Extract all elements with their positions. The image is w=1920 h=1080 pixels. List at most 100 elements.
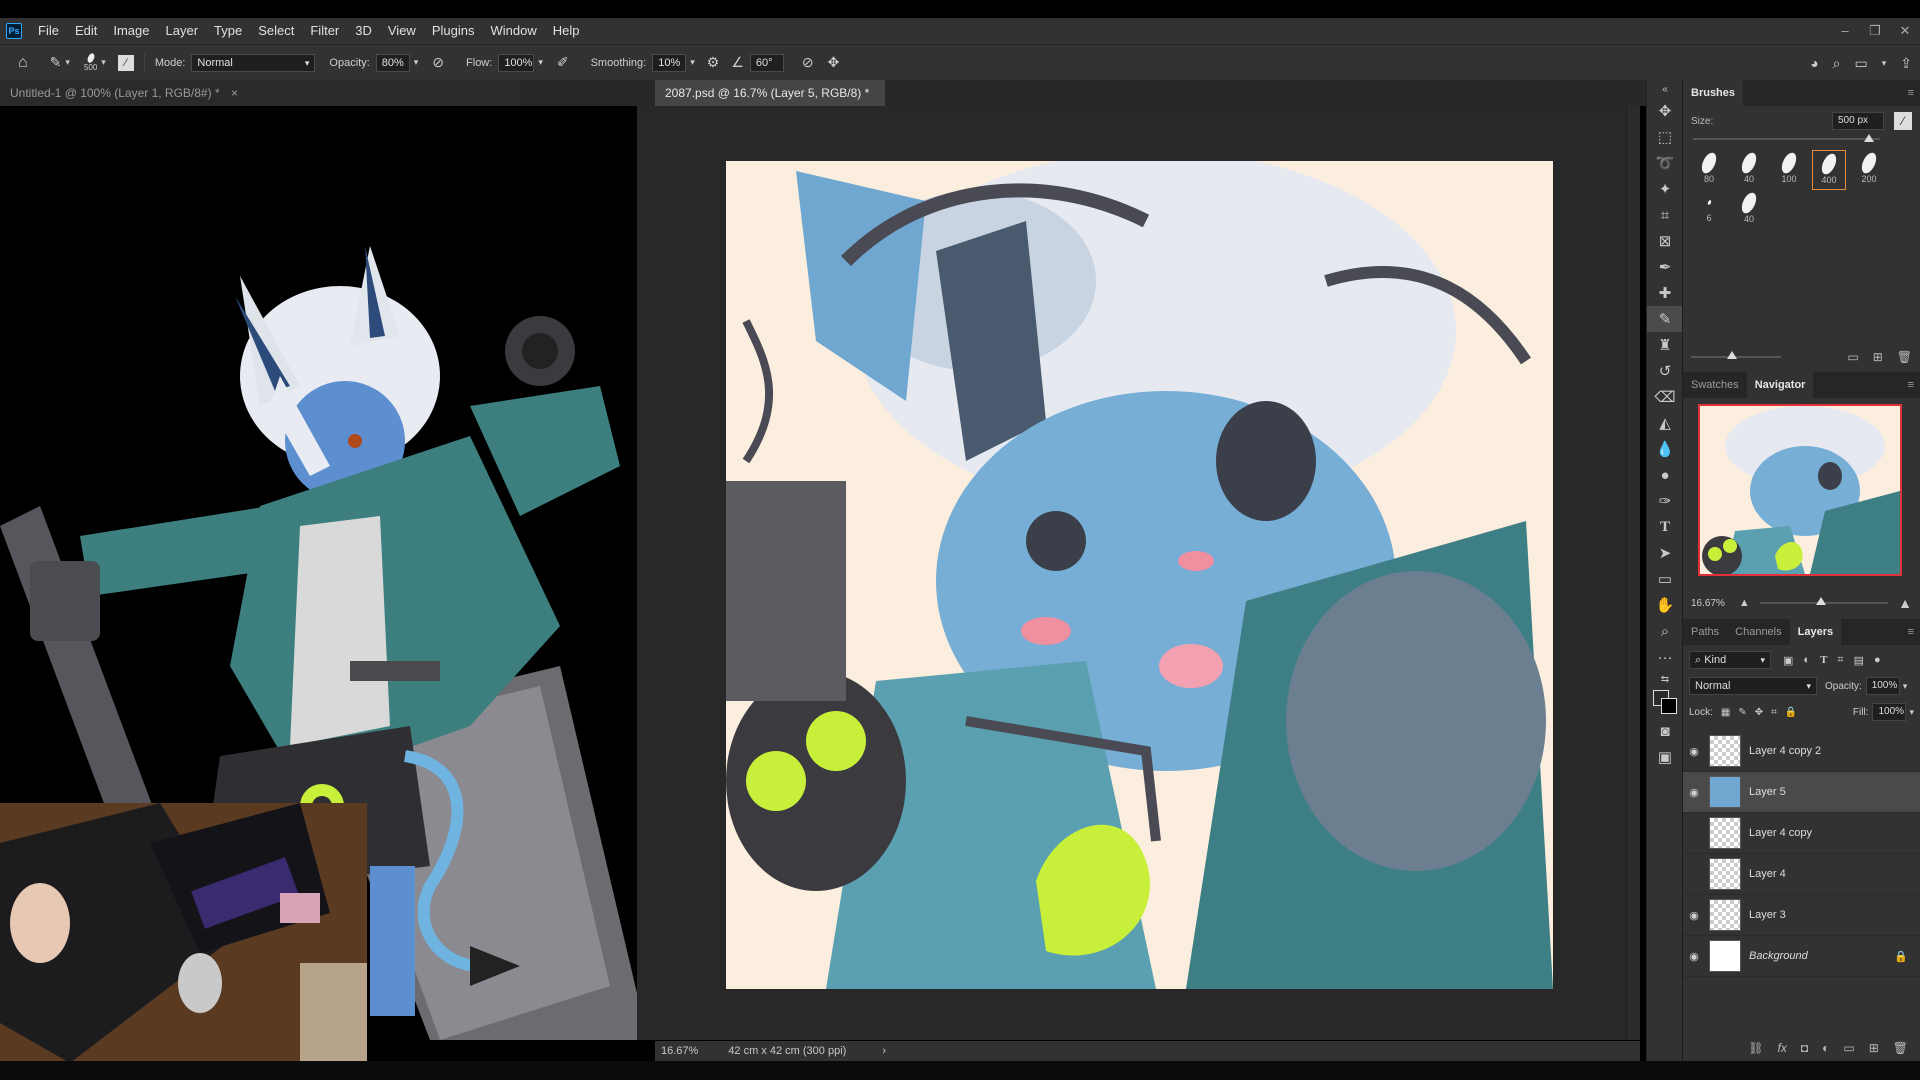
brush-tip[interactable]: 40 bbox=[1732, 190, 1766, 230]
search-icon[interactable]: ⌕ bbox=[1833, 55, 1841, 72]
tab-paths[interactable]: Paths bbox=[1683, 619, 1727, 645]
share-icon[interactable]: ⇪ bbox=[1900, 55, 1912, 72]
trash-icon[interactable]: 🗑 bbox=[1897, 350, 1912, 364]
symmetry-icon[interactable]: ✥ bbox=[828, 54, 840, 71]
filter-pixel-icon[interactable]: ▣ bbox=[1783, 654, 1793, 667]
pressure-opacity-icon[interactable]: ⊘ bbox=[432, 54, 444, 71]
dodge-tool-icon[interactable]: ● bbox=[1647, 462, 1683, 488]
slider-thumb[interactable] bbox=[1864, 134, 1874, 142]
visibility-hidden-icon[interactable]: ◉ bbox=[1683, 868, 1705, 881]
menu-file[interactable]: File bbox=[30, 18, 67, 44]
smoothing-field[interactable]: 10% bbox=[652, 53, 687, 72]
status-zoom[interactable]: 16.67% bbox=[661, 1045, 698, 1057]
tab-swatches[interactable]: Swatches bbox=[1683, 372, 1747, 398]
eraser-tool-icon[interactable]: ⌫ bbox=[1647, 384, 1683, 410]
brush-settings-icon[interactable]: ⁄ bbox=[1894, 112, 1912, 130]
brush-tip[interactable]: 40 bbox=[1732, 150, 1766, 190]
mode-select[interactable]: Normal ▾ bbox=[191, 53, 316, 72]
panel-menu-icon[interactable]: ≡ bbox=[1908, 626, 1914, 638]
layer-row[interactable]: ◉ Layer 4 copy 2 bbox=[1683, 731, 1920, 772]
flow-field[interactable]: 100% bbox=[498, 53, 535, 72]
frame-tool-icon[interactable]: ⊠ bbox=[1647, 228, 1683, 254]
visibility-eye-icon[interactable]: ◉ bbox=[1683, 786, 1705, 799]
background-color-swatch[interactable] bbox=[1661, 698, 1677, 714]
blur-tool-icon[interactable]: 💧 bbox=[1647, 436, 1683, 462]
menu-layer[interactable]: Layer bbox=[158, 18, 207, 44]
chevron-down-icon[interactable]: ▾ bbox=[1882, 58, 1887, 69]
move-tool-icon[interactable]: ✥ bbox=[1647, 98, 1683, 124]
menu-help[interactable]: Help bbox=[545, 18, 588, 44]
restore-icon[interactable]: ❐ bbox=[1860, 18, 1890, 44]
tab-2087-psd[interactable]: 2087.psd @ 16.7% (Layer 5, RGB/8) * × bbox=[655, 80, 885, 126]
slider-thumb[interactable] bbox=[1816, 597, 1827, 605]
menu-select[interactable]: Select bbox=[250, 18, 302, 44]
eyedropper-tool-icon[interactable]: ✒ bbox=[1647, 254, 1683, 280]
trash-icon[interactable]: 🗑 bbox=[1893, 1041, 1908, 1055]
visibility-hidden-icon[interactable]: ◉ bbox=[1683, 827, 1705, 840]
crop-tool-icon[interactable]: ⌗ bbox=[1647, 202, 1683, 228]
airbrush-icon[interactable]: ✐ bbox=[557, 54, 569, 71]
chevron-down-icon[interactable]: ▾ bbox=[690, 57, 695, 68]
layer-row-selected[interactable]: ◉ Layer 5 bbox=[1683, 772, 1920, 813]
lock-pixels-icon[interactable]: ✎ bbox=[1738, 707, 1746, 718]
quick-mask-icon[interactable]: ◙ bbox=[1647, 718, 1683, 744]
filter-adjustment-icon[interactable]: ◐ bbox=[1803, 654, 1810, 666]
menu-window[interactable]: Window bbox=[482, 18, 544, 44]
lasso-tool-icon[interactable]: ➰ bbox=[1647, 150, 1683, 176]
chevron-down-icon[interactable]: ▾ bbox=[101, 57, 106, 68]
brush-tool-preset-icon[interactable]: ✎ bbox=[50, 54, 62, 71]
brush-tip[interactable]: 6 bbox=[1692, 190, 1726, 230]
blend-mode-select[interactable]: Normal ▾ bbox=[1689, 677, 1817, 695]
layer-row[interactable]: ◉ Background 🔒 bbox=[1683, 936, 1920, 977]
chevron-down-icon[interactable]: ▾ bbox=[414, 57, 419, 68]
layer-row[interactable]: ◉ Layer 4 copy bbox=[1683, 813, 1920, 854]
brush-size-preview[interactable]: 500 bbox=[84, 52, 97, 72]
new-brush-icon[interactable]: ⊞ bbox=[1873, 350, 1883, 364]
lock-transparency-icon[interactable]: ▦ bbox=[1721, 707, 1730, 718]
minimize-icon[interactable]: – bbox=[1830, 18, 1860, 44]
add-mask-icon[interactable]: ◘ bbox=[1801, 1041, 1808, 1055]
screen-mode-icon[interactable]: ▣ bbox=[1647, 744, 1683, 770]
chevron-down-icon[interactable]: ▾ bbox=[1903, 681, 1908, 692]
tab-layers[interactable]: Layers bbox=[1789, 619, 1842, 645]
close-icon[interactable]: × bbox=[231, 86, 238, 100]
gear-icon[interactable]: ⚙ bbox=[707, 54, 720, 71]
size-slider[interactable] bbox=[1693, 134, 1880, 142]
layer-filter-select[interactable]: ⌕ Kind ▾ bbox=[1689, 651, 1771, 669]
adjustment-layer-icon[interactable]: ◐ bbox=[1822, 1041, 1829, 1055]
layer-style-icon[interactable]: fx bbox=[1778, 1041, 1787, 1055]
layer-name[interactable]: Background bbox=[1749, 950, 1808, 962]
menu-image[interactable]: Image bbox=[105, 18, 157, 44]
navigator-zoom-value[interactable]: 16.67% bbox=[1691, 598, 1725, 609]
group-folder-icon[interactable]: ▭ bbox=[1843, 1041, 1854, 1055]
folder-icon[interactable]: ▭ bbox=[1847, 350, 1858, 364]
healing-brush-tool-icon[interactable]: ✚ bbox=[1647, 280, 1683, 306]
fill-field[interactable]: 100% bbox=[1872, 703, 1907, 721]
menu-view[interactable]: View bbox=[380, 18, 424, 44]
vertical-scrollbar[interactable] bbox=[1626, 106, 1640, 1040]
link-layers-icon[interactable]: ⛓ bbox=[1748, 1041, 1763, 1055]
filter-toggle-icon[interactable]: ● bbox=[1874, 654, 1881, 666]
pen-tool-icon[interactable]: ✑ bbox=[1647, 488, 1683, 514]
layer-name[interactable]: Layer 4 bbox=[1749, 868, 1786, 880]
chevron-down-icon[interactable]: ▾ bbox=[1909, 707, 1914, 718]
navigator-thumbnail[interactable] bbox=[1698, 404, 1902, 576]
layer-name[interactable]: Layer 4 copy bbox=[1749, 827, 1812, 839]
lock-artboard-icon[interactable]: ⌗ bbox=[1771, 707, 1777, 718]
tab-channels[interactable]: Channels bbox=[1727, 619, 1789, 645]
chevron-down-icon[interactable]: ▾ bbox=[65, 57, 70, 68]
artwork-canvas[interactable] bbox=[726, 161, 1553, 989]
workspace-icon[interactable]: ▭ bbox=[1855, 55, 1868, 72]
filter-shape-icon[interactable]: ⌗ bbox=[1837, 654, 1843, 667]
rectangle-tool-icon[interactable]: ▭ bbox=[1647, 566, 1683, 592]
visibility-eye-icon[interactable]: ◉ bbox=[1683, 950, 1705, 963]
brush-tip-selected[interactable]: 400 bbox=[1812, 150, 1846, 190]
menu-type[interactable]: Type bbox=[206, 18, 250, 44]
menu-plugins[interactable]: Plugins bbox=[424, 18, 483, 44]
menu-edit[interactable]: Edit bbox=[67, 18, 105, 44]
opacity-field[interactable]: 80% bbox=[375, 53, 410, 72]
lock-all-icon[interactable]: 🔒 bbox=[1785, 707, 1797, 718]
preview-size-slider[interactable] bbox=[1691, 351, 1781, 361]
paint-bucket-tool-icon[interactable]: ◭ bbox=[1647, 410, 1683, 436]
chevron-down-icon[interactable]: ▾ bbox=[538, 57, 543, 68]
